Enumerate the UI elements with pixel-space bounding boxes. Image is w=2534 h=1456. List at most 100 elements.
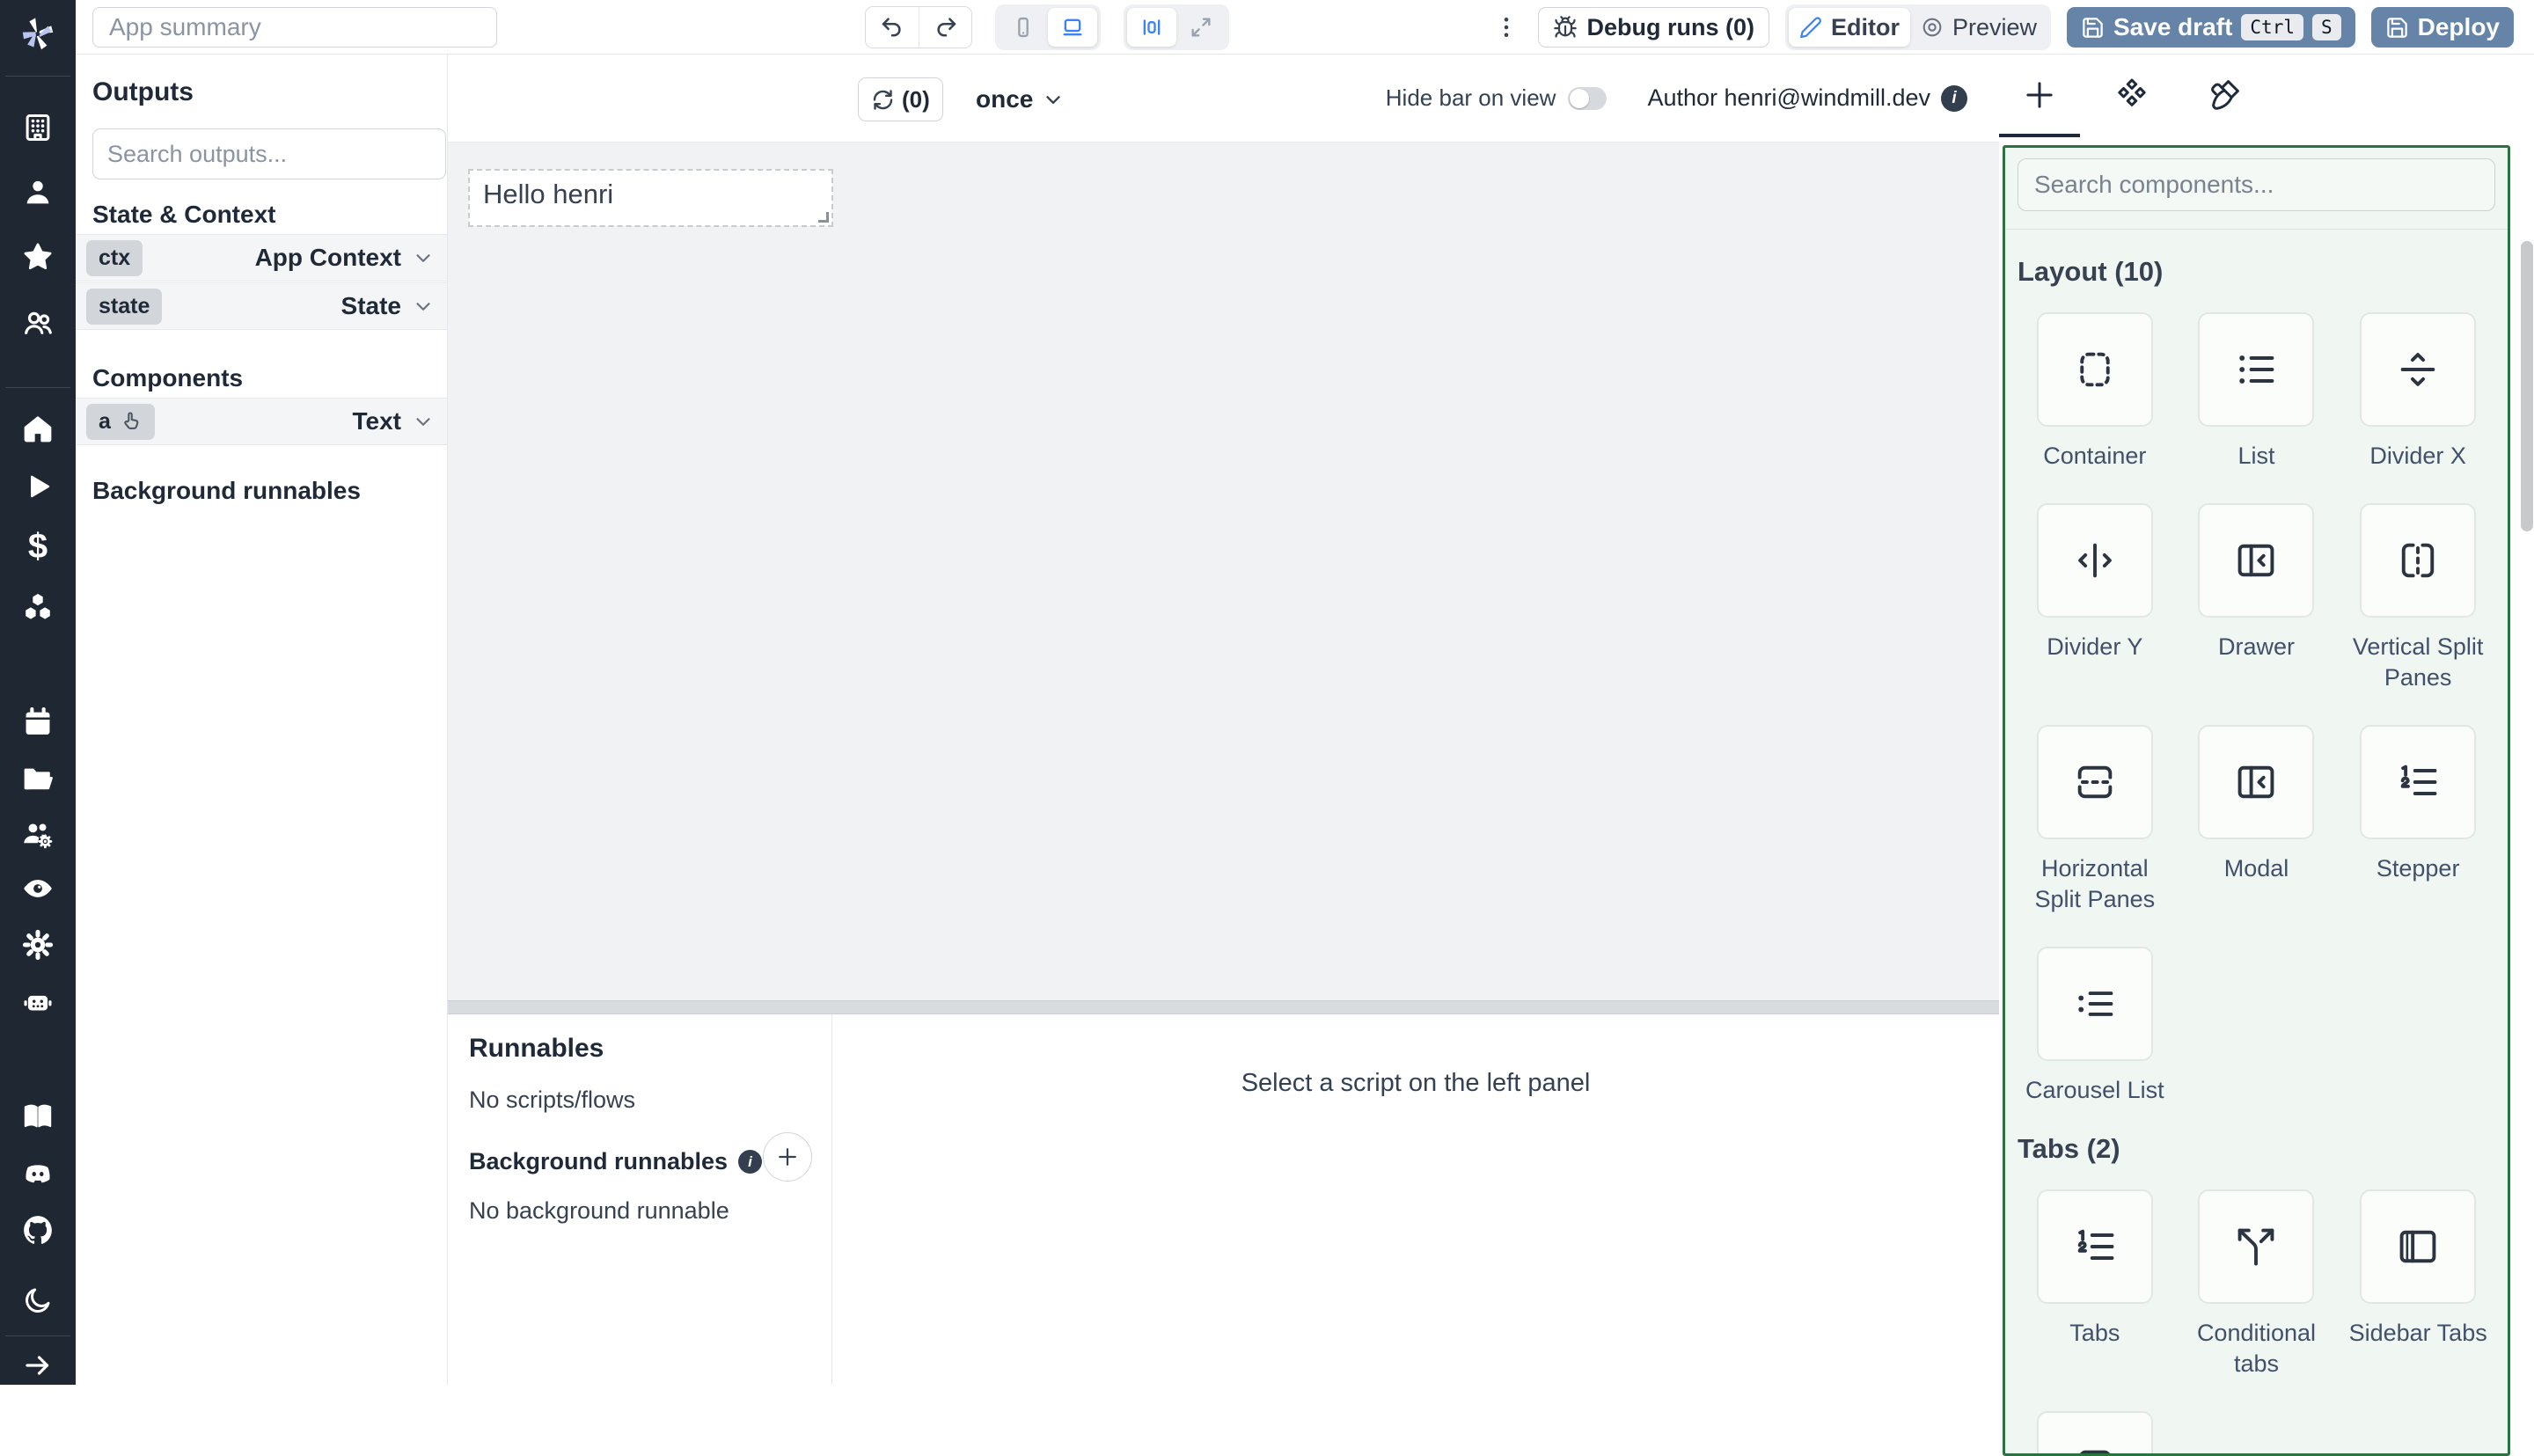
sidebar-tabs-icon[interactable]	[2360, 1189, 2476, 1304]
save-draft-button[interactable]: Save draft Ctrl S	[2067, 7, 2355, 48]
arrow-right-icon[interactable]	[17, 1344, 59, 1386]
container-icon[interactable]	[2037, 312, 2153, 427]
component-card-invisible-tabs[interactable]: Invisible Tabs	[2018, 1411, 2172, 1456]
output-row-ctx[interactable]: ctx App Context	[76, 234, 447, 282]
component-card-horizontal-split-panes[interactable]: Horizontal Split Panes	[2018, 725, 2172, 915]
component-card-carousel-list[interactable]: Carousel List	[2018, 947, 2172, 1106]
background-runnables-label: Background runnables	[469, 1148, 728, 1175]
fullwidth-canvas-button[interactable]	[1176, 8, 1226, 47]
github-icon[interactable]	[17, 1209, 59, 1251]
component-label: List	[2237, 441, 2274, 472]
calendar-icon[interactable]	[17, 701, 59, 743]
app-summary-input[interactable]	[92, 7, 497, 48]
book-icon[interactable]	[17, 1095, 59, 1138]
building-icon[interactable]	[17, 106, 59, 149]
refresh-button[interactable]: (0)	[858, 77, 943, 121]
outputs-title: Outputs	[92, 77, 194, 107]
redo-button[interactable]	[919, 7, 971, 48]
discord-icon[interactable]	[17, 1152, 59, 1194]
tabs-icon[interactable]	[2037, 1189, 2153, 1304]
component-card-divider-y[interactable]: Divider Y	[2018, 503, 2172, 693]
scrollbar-thumb[interactable]	[2521, 241, 2533, 531]
component-card-modal[interactable]: Modal	[2179, 725, 2334, 915]
tab-styling[interactable]	[2184, 55, 2265, 135]
desktop-view-button[interactable]	[1048, 8, 1097, 47]
info-icon[interactable]: i	[738, 1150, 762, 1174]
invisible-tabs-icon[interactable]	[2037, 1411, 2153, 1456]
mobile-view-button[interactable]	[999, 8, 1048, 47]
tab-editor[interactable]: Editor	[1789, 8, 1910, 47]
conditional-tabs-icon[interactable]	[2198, 1189, 2314, 1304]
moon-icon[interactable]	[17, 1279, 59, 1321]
component-card-list[interactable]: List	[2179, 312, 2334, 472]
chevron-down-icon[interactable]	[412, 295, 435, 318]
play-icon[interactable]	[17, 465, 59, 508]
robot-icon[interactable]	[17, 981, 59, 1023]
boxes-icon[interactable]	[17, 585, 59, 627]
undo-redo-group	[865, 6, 972, 48]
component-card-tabs[interactable]: Tabs	[2018, 1189, 2172, 1379]
tab-preview[interactable]: Preview	[1910, 8, 2047, 47]
schedule-dropdown[interactable]: once	[976, 77, 1065, 121]
stepper-icon[interactable]	[2360, 725, 2476, 839]
component-card-stepper[interactable]: Stepper	[2340, 725, 2495, 915]
info-icon[interactable]: i	[1941, 85, 1967, 112]
tab-component-settings[interactable]	[2091, 55, 2172, 135]
deploy-button[interactable]: Deploy	[2371, 7, 2514, 48]
gear-icon[interactable]	[17, 924, 59, 966]
users-icon[interactable]	[17, 302, 59, 344]
component-card-sidebar-tabs[interactable]: Sidebar Tabs	[2340, 1189, 2495, 1379]
align-center-icon	[1139, 15, 1164, 40]
topbar-center-controls	[865, 0, 1229, 55]
center-canvas-button[interactable]	[1127, 8, 1176, 47]
canvas-grid-area[interactable]: Hello henri	[448, 142, 1999, 1000]
modal-icon[interactable]	[2198, 725, 2314, 839]
component-label: Tabs	[2069, 1318, 2120, 1349]
divider-x-icon[interactable]	[2360, 312, 2476, 427]
folder-icon[interactable]	[17, 757, 59, 800]
eye-icon[interactable]	[17, 867, 59, 910]
component-card-vertical-split-panes[interactable]: Vertical Split Panes	[2340, 503, 2495, 693]
output-row-component-a[interactable]: a Text	[76, 398, 447, 445]
state-context-heading: State & Context	[92, 201, 275, 229]
home-icon[interactable]	[17, 407, 59, 450]
state-badge: state	[86, 289, 162, 325]
search-components-input[interactable]	[2018, 158, 2495, 211]
search-outputs-input[interactable]	[92, 128, 446, 179]
author-label: Author henri@windmill.dev	[1647, 84, 1930, 112]
add-background-runnable-button[interactable]	[763, 1132, 812, 1182]
list-icon[interactable]	[2198, 312, 2314, 427]
hide-bar-toggle[interactable]	[1568, 87, 1607, 110]
windmill-logo[interactable]	[17, 12, 59, 55]
runnables-title: Runnables	[469, 1034, 604, 1064]
window-scrollbar[interactable]	[2520, 55, 2534, 1385]
chevron-down-icon[interactable]	[412, 410, 435, 433]
component-card-divider-x[interactable]: Divider X	[2340, 312, 2495, 472]
vertical-split-icon[interactable]	[2360, 503, 2476, 618]
users-gear-icon[interactable]	[17, 813, 59, 855]
component-card-conditional-tabs[interactable]: Conditional tabs	[2179, 1189, 2334, 1379]
plus-icon	[2021, 77, 2058, 113]
horizontal-split-icon[interactable]	[2037, 725, 2153, 839]
component-card-container[interactable]: Container	[2018, 312, 2172, 472]
component-label: Stepper	[2377, 853, 2460, 884]
save-icon	[2385, 16, 2409, 40]
star-icon[interactable]	[17, 236, 59, 278]
rail-divider	[5, 387, 70, 388]
drawer-icon[interactable]	[2198, 503, 2314, 618]
divider-y-icon[interactable]	[2037, 503, 2153, 618]
output-row-state[interactable]: state State	[76, 282, 447, 330]
undo-button[interactable]	[866, 7, 919, 48]
panel-resize-bar[interactable]	[448, 1000, 1999, 1014]
select-script-hint: Select a script on the left panel	[832, 1069, 1999, 1098]
dollar-icon[interactable]: $	[17, 525, 59, 567]
more-menu-button[interactable]	[1490, 7, 1522, 48]
carousel-list-icon[interactable]	[2037, 947, 2153, 1061]
resize-handle[interactable]	[818, 212, 829, 223]
component-card-drawer[interactable]: Drawer	[2179, 503, 2334, 693]
tab-insert-component[interactable]	[1999, 55, 2080, 135]
user-icon[interactable]	[17, 172, 59, 214]
text-component-a[interactable]: Hello henri	[469, 170, 832, 226]
debug-runs-button[interactable]: Debug runs (0)	[1538, 7, 1769, 48]
chevron-down-icon[interactable]	[412, 246, 435, 269]
